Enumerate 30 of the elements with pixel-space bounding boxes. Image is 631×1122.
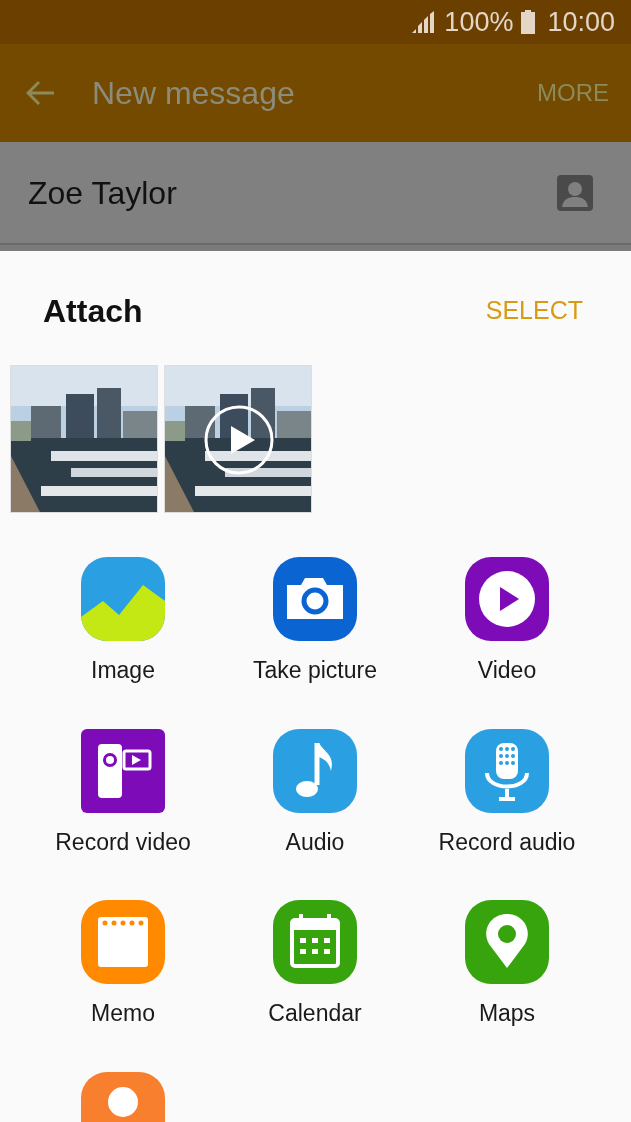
screen-title: New message bbox=[92, 74, 295, 113]
video-camera-icon[interactable] bbox=[81, 728, 165, 813]
camera-icon[interactable] bbox=[273, 557, 357, 641]
calendar-icon[interactable] bbox=[273, 900, 357, 984]
battery-icon bbox=[521, 10, 536, 34]
option-label: Memo bbox=[91, 999, 155, 1028]
sheet-title: Attach bbox=[43, 292, 143, 331]
contact-icon[interactable] bbox=[557, 174, 593, 211]
music-note-icon[interactable] bbox=[273, 728, 357, 813]
signal-icon bbox=[410, 11, 437, 33]
microphone-icon[interactable] bbox=[465, 728, 549, 813]
gallery-icon[interactable] bbox=[81, 557, 165, 641]
option-label: Audio bbox=[285, 827, 345, 857]
option-label: Maps bbox=[478, 999, 536, 1028]
option-label: Record audio bbox=[438, 827, 576, 857]
play-icon[interactable] bbox=[465, 557, 549, 641]
option-label: Image bbox=[91, 656, 155, 685]
option-label: Video bbox=[477, 656, 537, 685]
location-pin-icon[interactable] bbox=[465, 900, 549, 984]
clock: 10:00 bbox=[547, 5, 615, 39]
option-label: Record video bbox=[55, 827, 191, 857]
recipient-name: Zoe Taylor bbox=[28, 173, 177, 213]
play-icon[interactable] bbox=[203, 404, 275, 476]
option-label: Calendar bbox=[268, 999, 362, 1028]
option-label: Take picture bbox=[253, 656, 377, 685]
back-arrow-icon[interactable] bbox=[26, 80, 56, 106]
battery-percentage: 100% bbox=[444, 5, 514, 39]
select-button[interactable]: SELECT bbox=[485, 292, 583, 330]
more-button[interactable]: MORE bbox=[537, 75, 609, 111]
notepad-icon[interactable] bbox=[81, 900, 165, 984]
